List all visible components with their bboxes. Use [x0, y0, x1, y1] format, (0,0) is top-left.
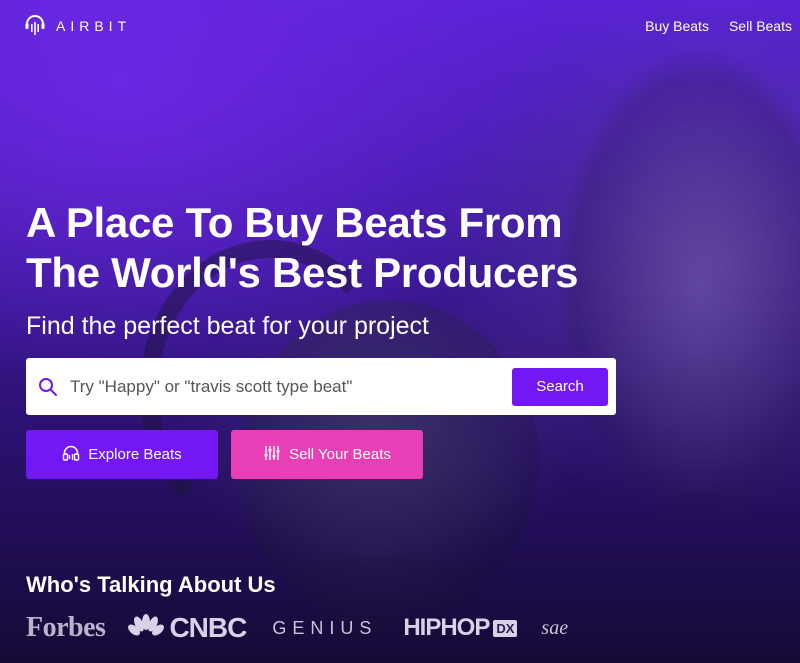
headline-line-2: The World's Best Producers [26, 249, 579, 296]
headline-line-1: A Place To Buy Beats From [26, 199, 563, 246]
nav-links: Buy Beats Sell Beats [645, 18, 792, 34]
sliders-icon [263, 444, 281, 466]
person-silhouette [520, 40, 800, 660]
logo[interactable]: AIRBIT [24, 11, 131, 42]
sell-your-beats-button[interactable]: Sell Your Beats [231, 430, 423, 479]
nav-link-buy-beats[interactable]: Buy Beats [645, 18, 709, 34]
headphones-icon [62, 444, 80, 466]
search-input[interactable] [70, 376, 512, 397]
genius-logo: GENIUS [272, 617, 378, 638]
explore-beats-label: Explore Beats [88, 446, 182, 463]
hiphop-text: HIPHOP [403, 614, 490, 641]
search-icon [38, 377, 58, 397]
sell-your-beats-label: Sell Your Beats [289, 446, 391, 463]
press-logos: Forbes CNBC GENIUS HIPHOP DX sae [26, 612, 568, 644]
sae-logo: sae [541, 616, 569, 639]
hiphopdx-logo: HIPHOP DX [403, 614, 518, 642]
peacock-icon [127, 613, 165, 643]
search-bar: Search [26, 358, 616, 415]
forbes-logo: Forbes [26, 612, 106, 643]
cnbc-logo: CNBC [127, 612, 247, 644]
hero-subhead: Find the perfect beat for your project [26, 312, 429, 340]
headphones-bars-icon [24, 11, 46, 42]
search-button[interactable]: Search [512, 367, 608, 406]
logo-text: AIRBIT [56, 18, 132, 34]
cnbc-text: CNBC [169, 612, 247, 643]
press-title: Who's Talking About Us [26, 572, 276, 597]
hero-headline: A Place To Buy Beats From The World's Be… [26, 198, 579, 298]
nav-link-sell-beats[interactable]: Sell Beats [729, 18, 792, 34]
top-nav: AIRBIT Buy Beats Sell Beats [0, 0, 800, 52]
explore-beats-button[interactable]: Explore Beats [26, 430, 218, 479]
dx-badge: DX [493, 619, 518, 637]
